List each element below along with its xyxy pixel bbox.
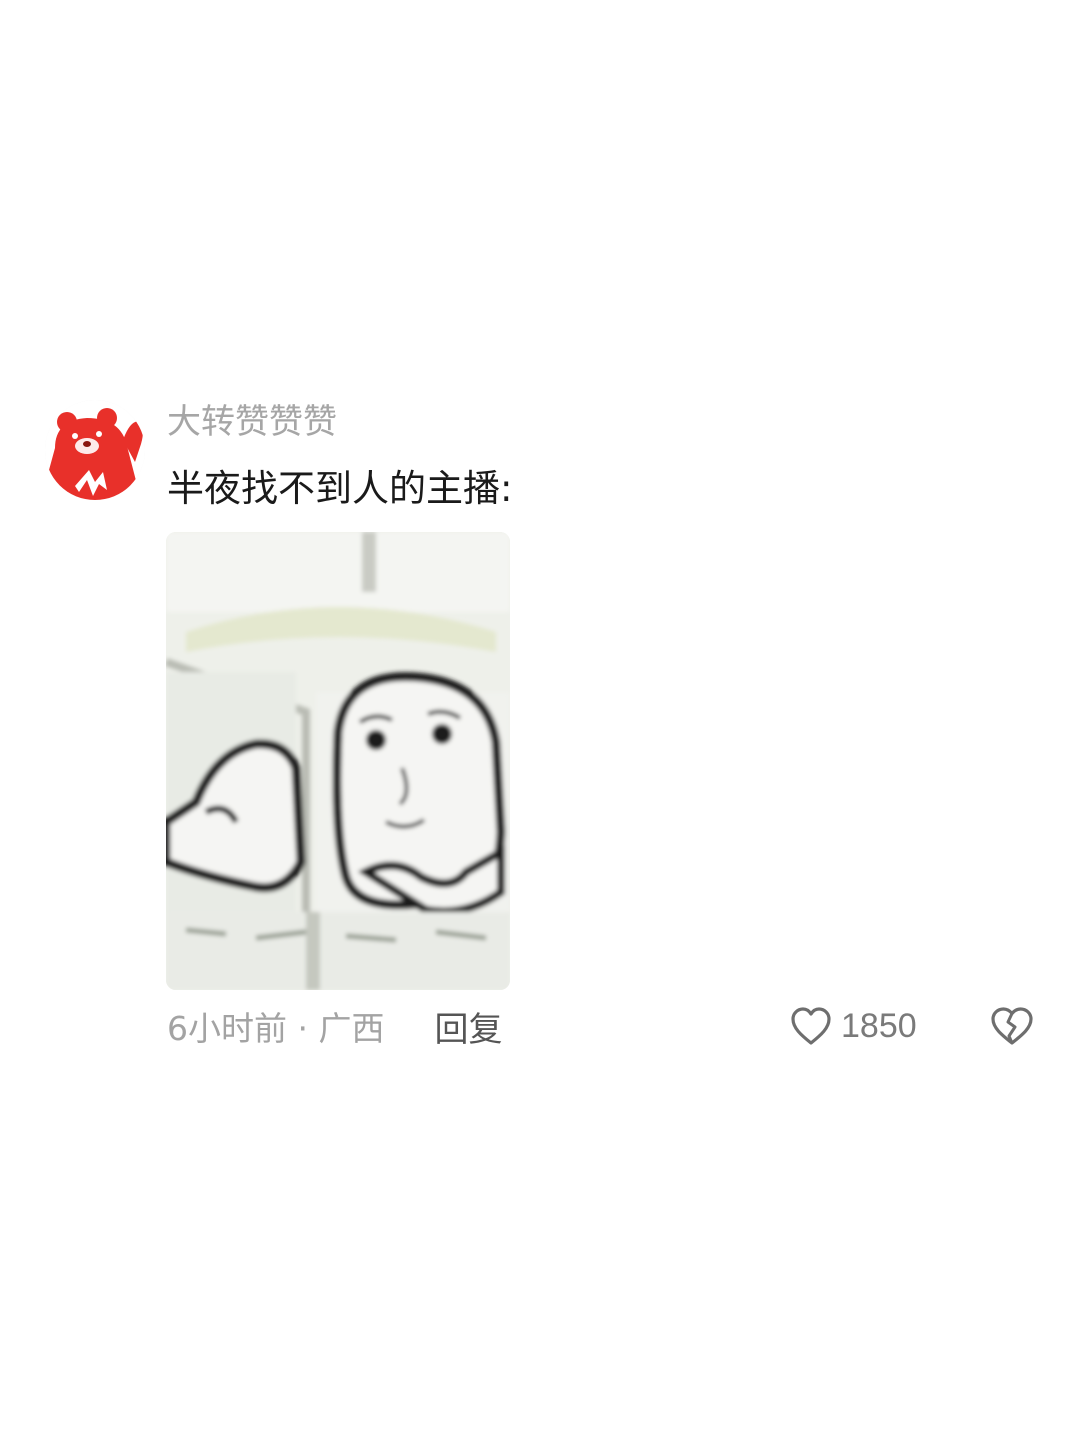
heart-outline-icon (791, 1007, 831, 1045)
comment-item: 大转赞赞赞 半夜找不到人的主播: 6小时前 · 广西 回复 1850 (0, 0, 1080, 1440)
dislike-button[interactable] (989, 1004, 1035, 1048)
comment-meta-row: 6小时前 · 广西 回复 (167, 1002, 502, 1050)
timestamp-location: 6小时前 · 广西 (167, 1009, 385, 1048)
like-button[interactable]: 1850 (789, 1002, 917, 1050)
comment-image[interactable] (166, 532, 510, 990)
red-bear-avatar-icon (45, 400, 145, 500)
comment-text: 半夜找不到人的主播: (167, 467, 513, 510)
username[interactable]: 大转赞赞赞 (167, 398, 337, 446)
reply-button[interactable]: 回复 (434, 1002, 502, 1051)
like-count: 1850 (841, 1006, 917, 1045)
broken-heart-icon (991, 1007, 1033, 1045)
meme-sticker-image (166, 532, 510, 990)
user-avatar[interactable] (45, 400, 145, 500)
